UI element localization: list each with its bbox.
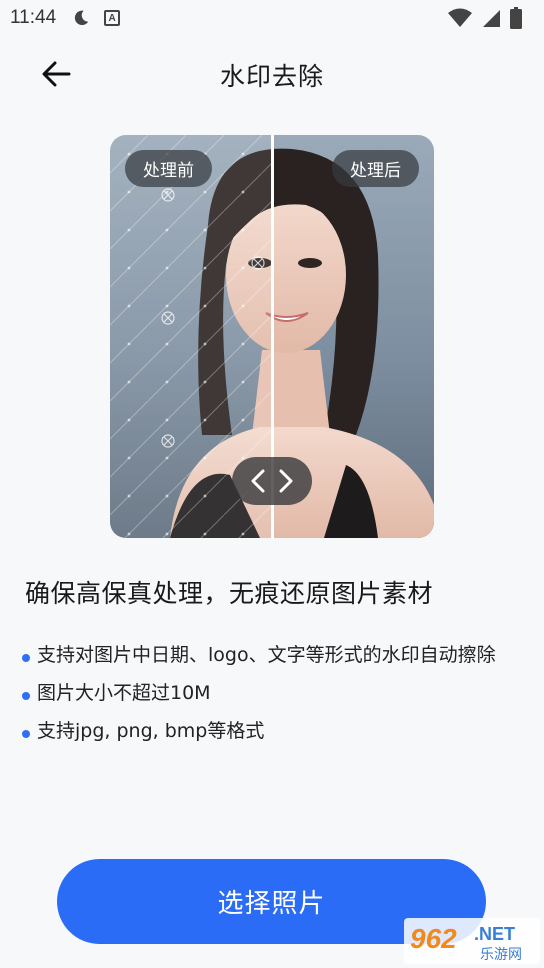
moon-icon xyxy=(75,10,89,26)
bullet-dot xyxy=(22,654,30,662)
wifi-icon xyxy=(448,8,472,27)
status-right-icons xyxy=(448,7,522,29)
feature-text: 支持对图片中日期、logo、文字等形式的水印自动擦除 xyxy=(37,644,496,666)
bullet-dot xyxy=(22,692,30,700)
site-logo: 962 .NET 乐游网 xyxy=(404,918,540,964)
feature-text: 图片大小不超过10M xyxy=(37,682,211,704)
status-bar: 11:44 A xyxy=(0,0,544,36)
after-label: 处理后 xyxy=(332,150,419,187)
feature-list: 支持对图片中日期、logo、文字等形式的水印自动擦除 图片大小不超过10M 支持… xyxy=(22,640,522,754)
chevron-left-icon xyxy=(251,469,265,493)
comparison-image: 处理前 处理后 xyxy=(110,135,434,538)
signal-icon xyxy=(483,10,500,27)
feature-item: 图片大小不超过10M xyxy=(22,678,522,709)
headline: 确保高保真处理，无痕还原图片素材 xyxy=(25,579,434,608)
svg-text:962: 962 xyxy=(410,923,457,954)
status-time: 11:44 xyxy=(10,7,57,28)
compare-slider-handle[interactable] xyxy=(232,457,312,505)
svg-text:.NET: .NET xyxy=(474,924,515,944)
feature-text: 支持jpg, png, bmp等格式 xyxy=(37,720,265,742)
chevron-right-icon xyxy=(279,469,293,493)
before-label: 处理前 xyxy=(125,150,212,187)
bullet-dot xyxy=(22,730,30,738)
feature-item: 支持jpg, png, bmp等格式 xyxy=(22,716,522,747)
page-title: 水印去除 xyxy=(219,62,324,91)
app-header: 水印去除 xyxy=(0,44,544,102)
svg-text:乐游网: 乐游网 xyxy=(480,947,522,963)
a-icon: A xyxy=(104,10,121,26)
feature-item: 支持对图片中日期、logo、文字等形式的水印自动擦除 xyxy=(22,640,522,671)
battery-icon xyxy=(510,7,522,29)
